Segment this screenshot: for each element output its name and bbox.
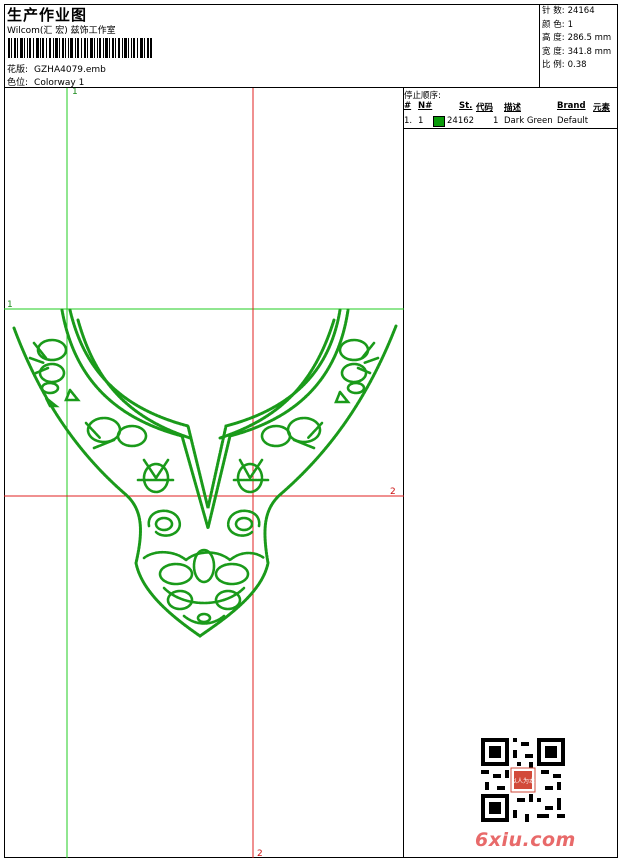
col-code: 代码 [476,103,494,113]
guide-label-green-top: 1 [72,88,78,97]
stat-colors: 颜 色: 1 [542,19,573,30]
row-needle: 1 [418,116,424,126]
qr-stamp-text: 以人为本 [511,777,535,785]
col-stitches: St. [459,101,473,111]
watermark-logo: 6xiu.com [475,829,576,851]
guide-label-green-left: 1 [7,300,13,310]
table-divider [403,128,618,129]
qr-code: 以人为本 [481,738,565,822]
software-label: Wilcom(汇 宏) 兹饰工作室 [7,26,116,36]
guide-label-red-right: 2 [390,487,396,497]
stats-divider [539,4,540,88]
design-file-row: 花版: GZHA4079.emb [7,62,106,75]
stat-stitches: 针 数: 24164 [542,6,595,16]
thread-color-swatch [433,116,445,127]
guide-label-red-bottom: 2 [257,849,263,858]
row-stitches: 24162 [447,116,475,126]
row-brand: Default [557,116,589,126]
stat-width: 宽 度: 341.8 mm [542,46,612,57]
row-code: 1 [493,116,499,126]
col-element: 元素 [593,103,611,113]
design-file-value: GZHA4079.emb [34,65,106,75]
col-description: 描述 [504,103,522,113]
col-brand: Brand [557,101,586,111]
page-title: 生产作业图 [7,6,88,24]
embroidery-motifs [28,338,380,625]
stat-height: 高 度: 286.5 mm [542,33,612,44]
stop-sequence-title: 停止顺序: [404,91,441,101]
row-description: Dark Green [504,116,553,126]
design-stats: 针 数: 24164 颜 色: 1 高 度: 286.5 mm 宽 度: 341.8 m… [542,5,611,73]
col-needle: N# [418,101,433,111]
design-file-label: 花版: [7,65,29,75]
barcode [8,38,152,58]
stat-scale: 比 例: 0.38 [542,60,587,71]
embroidery-design [12,308,398,638]
row-index: 1. [404,116,413,126]
col-index: # [404,101,412,111]
design-canvas: 1 1 2 2 [4,88,404,858]
